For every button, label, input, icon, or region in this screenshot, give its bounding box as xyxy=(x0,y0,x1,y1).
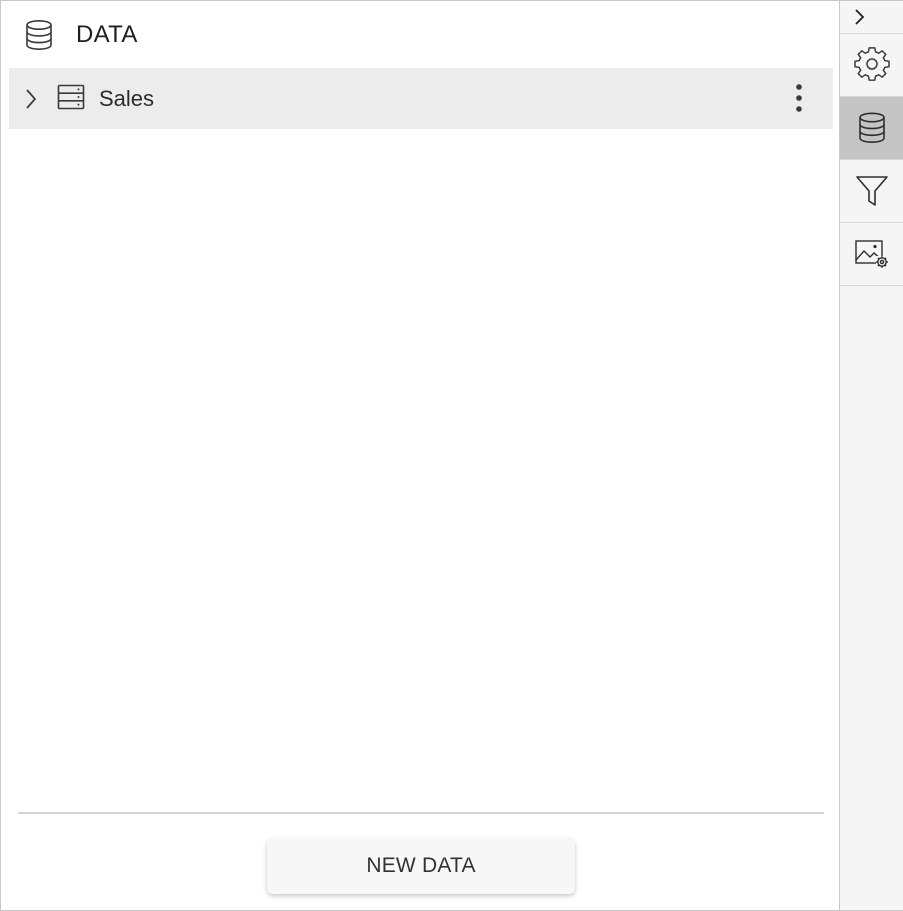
gear-icon xyxy=(853,47,890,81)
table-icon xyxy=(57,84,85,110)
page-title: DATA xyxy=(76,21,138,48)
chevron-right-icon[interactable] xyxy=(23,88,39,110)
footer-divider xyxy=(18,812,824,814)
data-source-label: Sales xyxy=(99,86,155,111)
sidebar-item-filter[interactable] xyxy=(840,160,903,223)
filter-icon xyxy=(855,176,888,206)
database-icon xyxy=(858,112,885,144)
more-vertical-icon[interactable] xyxy=(789,82,809,114)
data-panel: DATA Sales NEW DATA xyxy=(3,3,838,908)
sidebar xyxy=(839,1,903,910)
collapse-sidebar-button[interactable] xyxy=(840,1,903,34)
sidebar-item-image-settings[interactable] xyxy=(840,223,903,286)
panel-header: DATA xyxy=(3,3,838,65)
database-icon xyxy=(24,19,54,51)
chevron-right-icon xyxy=(855,9,865,25)
data-panel-window: DATA Sales NEW DATA xyxy=(0,0,903,911)
data-source-item[interactable]: Sales xyxy=(9,68,833,129)
sidebar-item-data[interactable] xyxy=(840,97,903,160)
sidebar-item-properties[interactable] xyxy=(840,34,903,97)
new-data-button[interactable]: NEW DATA xyxy=(267,838,575,894)
image-settings-icon xyxy=(854,240,888,268)
